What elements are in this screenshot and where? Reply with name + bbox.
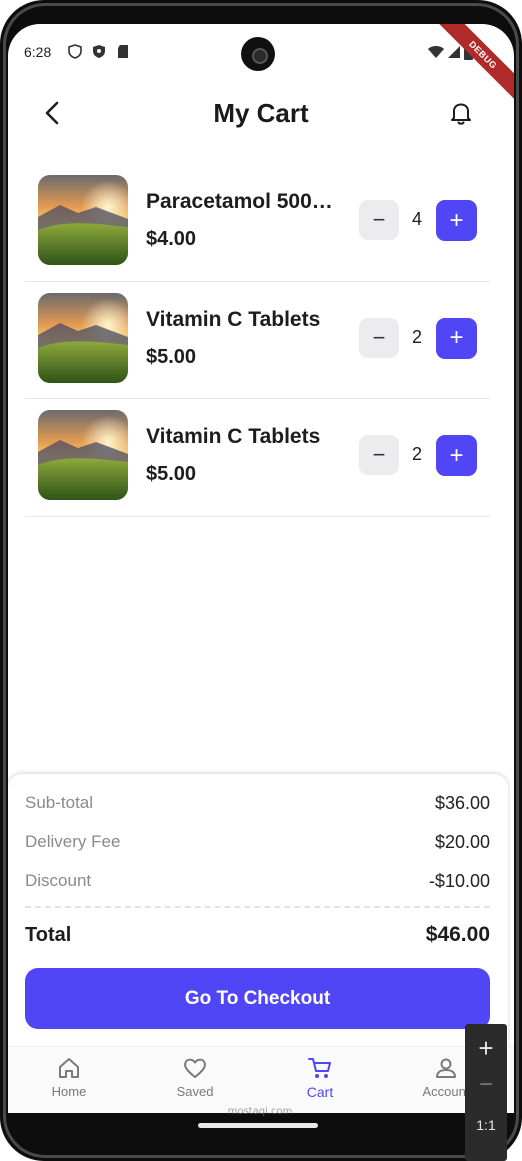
nav-item-cart[interactable]: Cart <box>265 1055 375 1111</box>
product-name: Paracetamol 500mg <box>146 190 336 213</box>
discount-row: Discount -$10.00 <box>25 871 490 895</box>
zoom-out-button[interactable]: − <box>465 1070 507 1100</box>
delivery-fee-value: $20.00 <box>434 832 490 852</box>
front-camera <box>241 37 275 71</box>
nav-item-home[interactable]: Home <box>14 1055 124 1111</box>
subtotal-row: Sub-total $36.00 <box>25 793 490 817</box>
cart-item: Vitamin C Tablets $5.00 − 2 + <box>25 399 490 517</box>
watermark: mostaqi.com <box>227 1106 293 1117</box>
account-icon <box>436 1058 456 1078</box>
cart-icon <box>308 1058 331 1078</box>
increase-quantity-button[interactable]: + <box>436 435 477 476</box>
product-image <box>38 175 128 265</box>
cart-list: Paracetamol 500mg $4.00 − 4 + Vitamin C … <box>25 164 490 517</box>
home-indicator[interactable] <box>198 1123 318 1128</box>
bell-icon[interactable] <box>446 98 476 128</box>
summary-divider <box>25 906 490 908</box>
decrease-quantity-button[interactable]: − <box>359 200 399 240</box>
cart-item: Paracetamol 500mg $4.00 − 4 + <box>25 164 490 282</box>
app-screen: 6:28 DEBUG My Cart Paracetamol 500mg $4.… <box>8 24 514 1113</box>
signal-icon <box>448 46 460 58</box>
product-price: $5.00 <box>146 463 197 485</box>
quantity-value: 2 <box>411 326 422 347</box>
decrease-quantity-button[interactable]: − <box>359 435 399 475</box>
heart-icon <box>184 1058 206 1078</box>
nav-label-saved: Saved <box>176 1084 214 1099</box>
decrease-quantity-button[interactable]: − <box>359 317 399 358</box>
security-shield-icon <box>93 45 105 58</box>
bottom-navigation: Home Saved Cart Account <box>8 1046 514 1113</box>
increase-quantity-button[interactable]: + <box>436 317 477 359</box>
home-icon <box>59 1058 79 1078</box>
delivery-fee-label: Delivery Fee <box>25 832 121 851</box>
nav-item-saved[interactable]: Saved <box>140 1055 250 1111</box>
discount-label: Discount <box>25 871 92 890</box>
product-price: $5.00 <box>146 345 197 368</box>
discount-value: -$10.00 <box>428 871 490 891</box>
product-image <box>38 410 128 500</box>
zoom-control: + − 1:1 <box>465 1024 507 1161</box>
status-bar: 6:28 DEBUG <box>8 24 514 108</box>
checkout-button[interactable]: Go To Checkout <box>25 968 490 1029</box>
total-value: $46.00 <box>425 923 490 946</box>
product-price: $4.00 <box>146 228 197 250</box>
cart-item: Vitamin C Tablets $5.00 − 2 + <box>25 282 490 399</box>
page-title: My Cart <box>213 98 309 128</box>
shield-icon <box>68 44 82 59</box>
subtotal-value: $36.00 <box>434 793 490 813</box>
nav-label-home: Home <box>51 1084 87 1099</box>
subtotal-label: Sub-total <box>25 793 94 812</box>
zoom-in-button[interactable]: + <box>465 1030 507 1066</box>
product-name: Vitamin C Tablets <box>146 307 321 331</box>
increase-quantity-button[interactable]: + <box>436 200 477 241</box>
order-summary: Sub-total $36.00 Delivery Fee $20.00 Dis… <box>8 774 508 1046</box>
quantity-value: 2 <box>411 444 422 464</box>
nav-label-cart: Cart <box>306 1084 334 1100</box>
total-label: Total <box>25 924 72 946</box>
wifi-icon <box>428 46 444 58</box>
quantity-value: 4 <box>411 209 422 229</box>
product-image <box>38 292 128 383</box>
zoom-reset-button[interactable]: 1:1 <box>465 1110 507 1140</box>
status-time: 6:28 <box>24 44 52 60</box>
product-name: Vitamin C Tablets <box>146 425 321 448</box>
delivery-fee-row: Delivery Fee $20.00 <box>25 832 490 856</box>
app-header: My Cart <box>8 86 514 142</box>
sd-card-icon <box>118 45 128 58</box>
